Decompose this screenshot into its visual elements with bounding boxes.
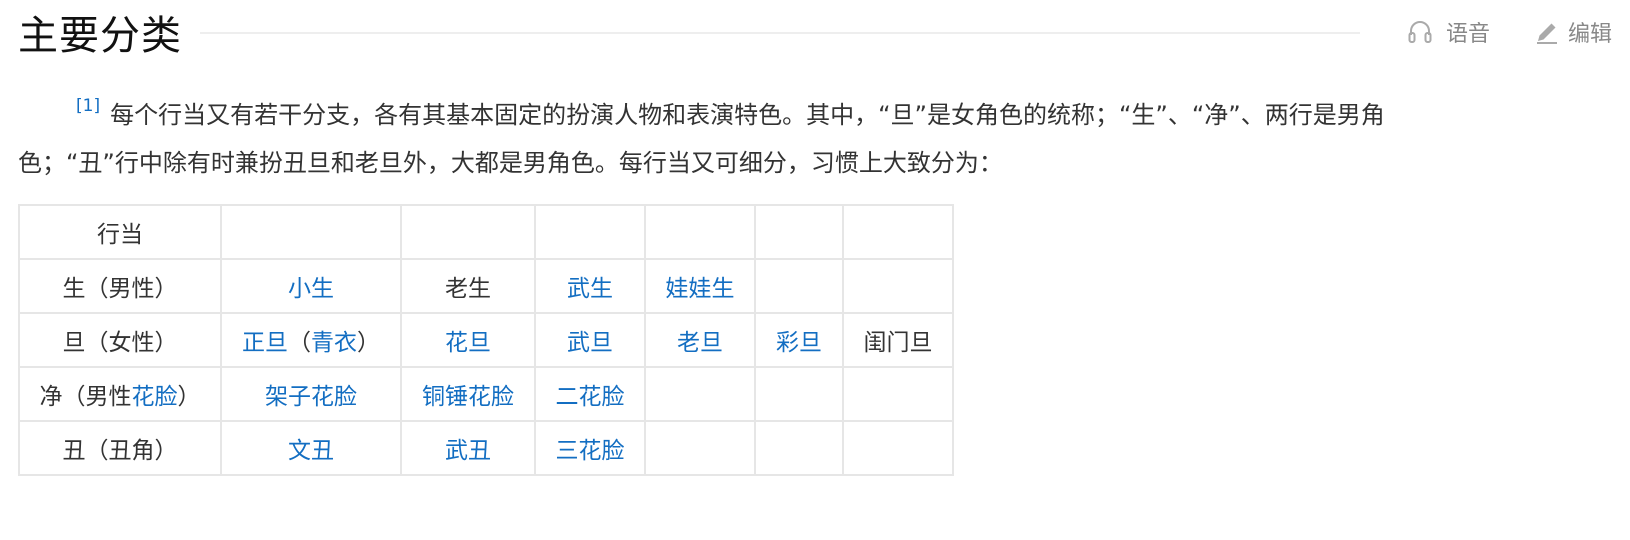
header-cell: 行当 <box>18 204 222 260</box>
table-cell <box>754 420 844 476</box>
role-text-guimendan: 闺门旦 <box>842 312 954 368</box>
role-link-zhengdan[interactable]: 正旦 <box>242 330 288 356</box>
table-cell <box>220 204 402 260</box>
role-link-tongchuihualian[interactable]: 铜锤花脸 <box>422 384 514 410</box>
paragraph-text-2: 色；“丑”行中除有时兼扮丑旦和老旦外，大都是男角色。每行当又可细分，习惯上大致分… <box>18 149 1003 177</box>
table-cell <box>400 204 536 260</box>
role-text-laosheng: 老生 <box>400 258 536 314</box>
role-table: 行当 生（男性） 小生 老生 武生 娃娃生 旦（女性） 正旦（青衣） 花旦 武旦… <box>18 204 954 476</box>
category-suffix: ） <box>177 384 201 410</box>
table-row: 丑（丑角） 文丑 武丑 三花脸 <box>18 420 954 476</box>
role-link-erhualian[interactable]: 二花脸 <box>556 384 625 410</box>
intro-paragraph: [1] 每个行当又有若干分支，各有其基本固定的扮演人物和表演特色。其中，“旦”是女… <box>18 82 1588 187</box>
table-cell <box>754 366 844 422</box>
page: 主要分类 语音 编辑 [1] 每个行当又有若干分支，各有其基本固定的扮演人物和表演… <box>0 0 1630 540</box>
section-header: 主要分类 语音 编辑 <box>18 4 1612 60</box>
role-link-sanhualian[interactable]: 三花脸 <box>556 438 625 464</box>
table-row: 行当 <box>18 204 954 260</box>
table-cell <box>754 258 844 314</box>
table-cell <box>842 258 954 314</box>
role-link-wudan[interactable]: 武旦 <box>567 330 613 356</box>
table-cell <box>644 366 756 422</box>
role-link-hualian[interactable]: 花脸 <box>132 384 178 410</box>
headphones-icon <box>1408 21 1432 43</box>
role-link-wenchou[interactable]: 文丑 <box>288 438 334 464</box>
table-cell <box>842 204 954 260</box>
table-row: 净（男性花脸） 架子花脸 铜锤花脸 二花脸 <box>18 366 954 422</box>
table-cell <box>754 204 844 260</box>
table-cell: 正旦（青衣） <box>220 312 402 368</box>
pencil-icon <box>1536 23 1557 44</box>
table-row: 旦（女性） 正旦（青衣） 花旦 武旦 老旦 彩旦 闺门旦 <box>18 312 954 368</box>
paren-open: （ <box>288 330 311 356</box>
table-row: 生（男性） 小生 老生 武生 娃娃生 <box>18 258 954 314</box>
voice-label: 语音 <box>1445 22 1490 47</box>
role-link-jiazihualian[interactable]: 架子花脸 <box>265 384 357 410</box>
category-cell: 旦（女性） <box>18 312 222 368</box>
title-divider <box>200 32 1360 34</box>
role-link-wuchou[interactable]: 武丑 <box>445 438 491 464</box>
category-cell: 净（男性花脸） <box>18 366 222 422</box>
table-cell <box>644 204 756 260</box>
role-link-qingyi[interactable]: 青衣 <box>311 330 357 356</box>
section-title: 主要分类 <box>18 13 182 59</box>
role-link-wawasheng[interactable]: 娃娃生 <box>666 276 735 302</box>
role-link-wusheng[interactable]: 武生 <box>567 276 613 302</box>
edit-label: 编辑 <box>1567 22 1612 47</box>
role-link-caidan[interactable]: 彩旦 <box>776 330 822 356</box>
category-cell: 丑（丑角） <box>18 420 222 476</box>
role-link-laodan[interactable]: 老旦 <box>677 330 723 356</box>
table-cell <box>842 420 954 476</box>
role-link-huadan[interactable]: 花旦 <box>445 330 491 356</box>
category-cell: 生（男性） <box>18 258 222 314</box>
category-prefix: 净（男性 <box>39 384 132 410</box>
table-cell <box>842 366 954 422</box>
table-cell <box>534 204 646 260</box>
edit-button[interactable]: 编辑 <box>1534 16 1612 48</box>
table-cell <box>644 420 756 476</box>
voice-button[interactable]: 语音 <box>1406 16 1490 48</box>
role-link-xiaosheng[interactable]: 小生 <box>288 276 334 302</box>
paren-close: ） <box>357 330 380 356</box>
citation-link[interactable]: [1] <box>76 96 100 116</box>
paragraph-text-1: 每个行当又有若干分支，各有其基本固定的扮演人物和表演特色。其中，“旦”是女角色的… <box>110 101 1385 129</box>
